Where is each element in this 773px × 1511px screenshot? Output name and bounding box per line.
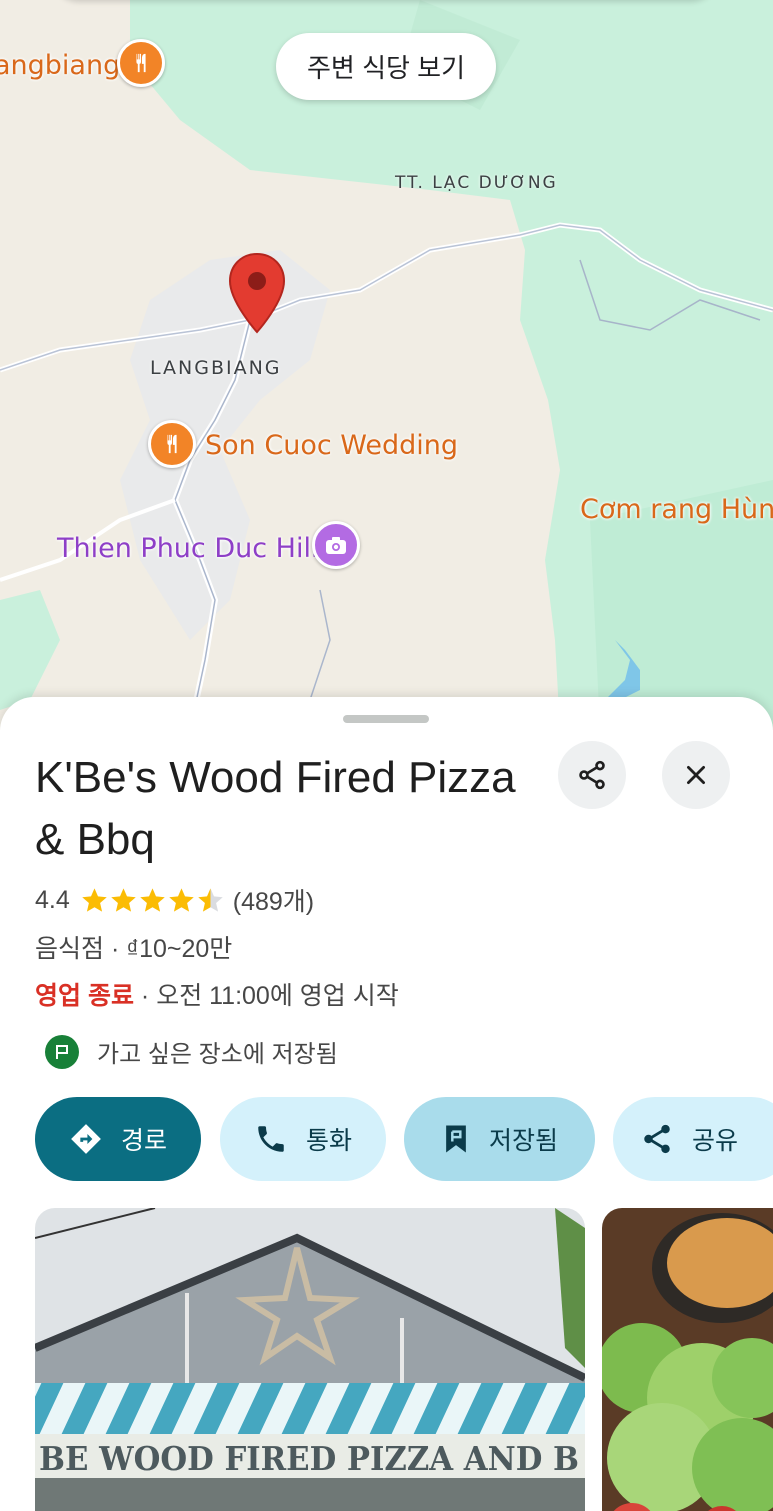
restaurant-poi-icon[interactable] (148, 420, 196, 468)
rating-stars (80, 886, 225, 914)
call-button[interactable]: 통화 (220, 1097, 386, 1181)
location-pin-icon[interactable] (228, 252, 286, 336)
place-photo-storefront[interactable]: BE WOOD FIRED PIZZA AND B (35, 1208, 585, 1511)
storefront-sign-text: BE WOOD FIRED PIZZA AND B (39, 1439, 579, 1478)
nearby-restaurants-chip[interactable]: 주변 식당 보기 (276, 33, 496, 100)
directions-icon (69, 1122, 103, 1156)
food-image (602, 1208, 773, 1511)
map-label-langbiang-top[interactable]: angbiang (0, 50, 120, 81)
camera-poi-icon[interactable] (312, 521, 360, 569)
saved-note-label: 가고 싶은 장소에 저장됨 (97, 1041, 338, 1068)
camera-icon (326, 537, 346, 554)
restaurant-poi-icon[interactable] (117, 39, 165, 87)
map-label-thien-phuc-duc-hill[interactable]: Thien Phuc Duc Hill (57, 533, 318, 564)
star-full-icon (82, 888, 107, 912)
phone-icon (254, 1122, 288, 1156)
share-icon (640, 1122, 674, 1156)
star-half-icon (198, 888, 223, 912)
call-label: 통화 (305, 1127, 352, 1155)
flag-icon (45, 1034, 79, 1069)
share-icon (579, 760, 605, 790)
storefront-image: BE WOOD FIRED PIZZA AND B (35, 1208, 585, 1511)
open-status: 영업 종료 (35, 982, 134, 1010)
map-terrain (0, 0, 773, 730)
review-count[interactable]: (489개) (233, 882, 314, 918)
star-full-icon (169, 888, 194, 912)
price-range: ₫10~20만 (126, 935, 233, 963)
place-details-sheet: K'Be's Wood Fired Pizza & Bbq 4.4 (489개)… (0, 697, 773, 1511)
category: 음식점 (35, 935, 105, 963)
close-button[interactable] (662, 741, 730, 809)
close-icon (687, 766, 705, 784)
saved-list-note[interactable]: 가고 싶은 장소에 저장됨 (45, 1034, 338, 1069)
map-label-langbiang: LANGBIANG (150, 357, 282, 379)
bookmark-flag-icon (441, 1123, 471, 1155)
map-label-tt-lac-duong: TT. LẠC DƯƠNG (395, 173, 558, 193)
star-full-icon (111, 888, 136, 912)
place-photo-food[interactable] (602, 1208, 773, 1511)
place-title: K'Be's Wood Fired Pizza & Bbq (35, 753, 516, 864)
opening-info: 오전 11:00에 영업 시작 (156, 982, 399, 1010)
rating-value: 4.4 (35, 885, 70, 914)
share-label: 공유 (692, 1127, 739, 1155)
rating-row[interactable]: 4.4 (489개) (35, 882, 314, 918)
saved-button[interactable]: 저장됨 (404, 1097, 595, 1181)
fork-knife-icon (136, 53, 146, 73)
map-label-son-cuoc-wedding[interactable]: Son Cuoc Wedding (205, 430, 458, 461)
saved-label: 저장됨 (488, 1127, 558, 1155)
share-icon-button[interactable] (558, 741, 626, 809)
fork-knife-icon (167, 434, 177, 454)
map-view[interactable]: angbiang 주변 식당 보기 TT. LẠC DƯƠNG LANGBIAN… (0, 0, 773, 730)
category-price-line: 음식점 · ₫10~20만 (35, 935, 233, 963)
share-button[interactable]: 공유 (613, 1097, 773, 1181)
directions-label: 경로 (120, 1127, 167, 1155)
map-label-com-rang-hung[interactable]: Cơm rang Hùng (580, 494, 773, 525)
hours-line[interactable]: 영업 종료 · 오전 11:00에 영업 시작 (35, 976, 399, 1012)
directions-button[interactable]: 경로 (35, 1097, 201, 1181)
drag-handle[interactable] (343, 715, 429, 723)
star-full-icon (140, 888, 165, 912)
